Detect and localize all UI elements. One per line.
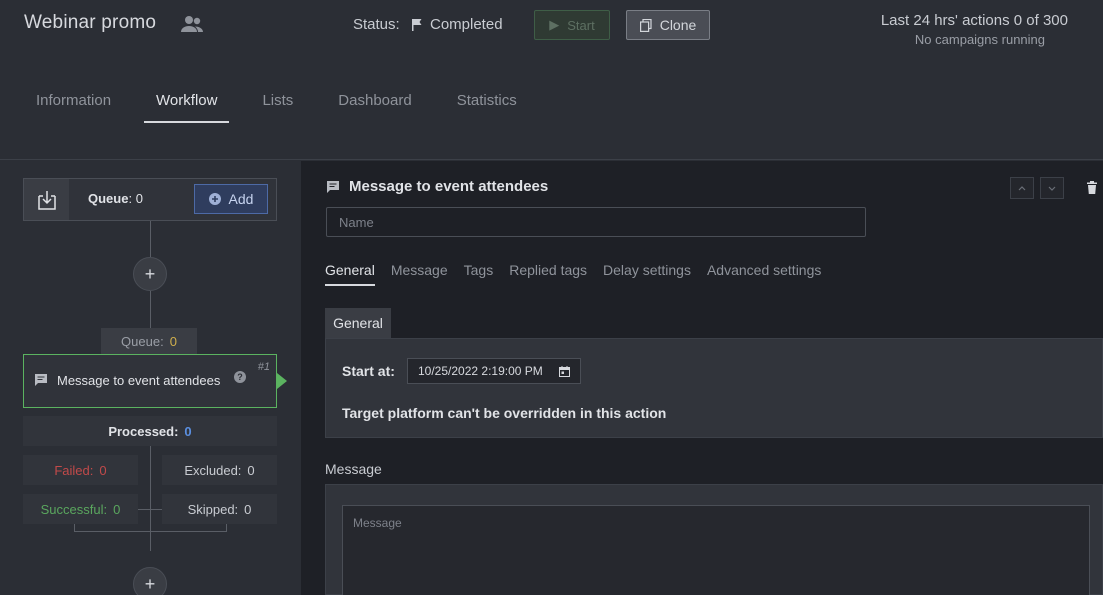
connector-line <box>226 524 227 531</box>
target-platform-note: Target platform can't be overridden in t… <box>342 405 667 421</box>
add-button[interactable]: Add <box>194 184 268 214</box>
general-section-tab: General <box>325 308 391 338</box>
status-label: Status: <box>353 16 400 33</box>
clone-button-label: Clone <box>659 17 697 33</box>
tab-advanced-settings[interactable]: Advanced settings <box>707 262 821 286</box>
excluded-count: 0 <box>247 462 255 478</box>
skipped-label: Skipped: <box>187 501 239 517</box>
node-queue: Queue: 0 <box>101 328 197 354</box>
start-button[interactable]: ▶ Start <box>534 10 610 40</box>
tab-message[interactable]: Message <box>391 262 448 286</box>
editor-tabs: General Message Tags Replied tags Delay … <box>325 262 837 286</box>
status-value: Completed <box>430 16 503 33</box>
failed-stat[interactable]: Failed: 0 <box>23 455 138 485</box>
flag-icon <box>412 19 422 31</box>
message-icon <box>327 181 339 193</box>
failed-count: 0 <box>99 462 107 478</box>
failed-label: Failed: <box>54 462 94 478</box>
entry-queue: Queue: 0 Add <box>23 178 277 221</box>
tab-statistics[interactable]: Statistics <box>457 92 517 123</box>
tab-delay-settings[interactable]: Delay settings <box>603 262 691 286</box>
plus-icon: + <box>144 263 156 284</box>
node-queue-label: Queue: <box>121 333 164 349</box>
entry-queue-count: Queue: 0 <box>88 191 143 206</box>
chevron-up-icon <box>1018 185 1026 190</box>
processed-count: 0 <box>184 423 192 439</box>
successful-stat[interactable]: Successful: 0 <box>23 494 138 524</box>
action-node-sequence: #1 <box>257 361 270 373</box>
download-tray-icon <box>37 190 56 210</box>
trash-icon[interactable] <box>1087 181 1097 194</box>
connector-line <box>74 531 227 532</box>
connector-line <box>150 221 151 257</box>
move-down-button[interactable] <box>1040 177 1064 199</box>
tab-general[interactable]: General <box>325 262 375 286</box>
message-icon <box>35 374 47 386</box>
node-queue-count: 0 <box>169 333 177 349</box>
start-at-input[interactable]: 10/25/2022 2:19:00 PM <box>407 358 581 384</box>
move-up-button[interactable] <box>1010 177 1034 199</box>
processed-stat: Processed: 0 <box>23 416 277 446</box>
plus-circle-icon <box>208 193 221 205</box>
tab-workflow[interactable]: Workflow <box>143 92 230 123</box>
start-button-label: Start <box>567 17 595 33</box>
campaign-title: Webinar promo <box>24 12 157 33</box>
tab-lists[interactable]: Lists <box>262 92 293 123</box>
node-arrow <box>277 373 287 389</box>
chevron-down-icon <box>1048 186 1056 191</box>
action-editor: Message to event attendees General Messa… <box>301 161 1103 595</box>
top-bar: Webinar promo Status: Completed ▶ Start … <box>0 0 1103 160</box>
processed-label: Processed: <box>108 423 179 439</box>
connector-line <box>150 446 151 551</box>
action-node-message[interactable]: Message to event attendees ? #1 <box>23 354 277 408</box>
start-at-label: Start at: <box>342 363 395 379</box>
connector-line <box>150 291 151 328</box>
main-tabs: Information Workflow Lists Dashboard Sta… <box>36 92 562 123</box>
excluded-stat[interactable]: Excluded: 0 <box>162 455 277 485</box>
plus-icon: + <box>144 573 156 594</box>
play-icon: ▶ <box>549 17 560 32</box>
skipped-count: 0 <box>244 501 252 517</box>
entry-icon-box <box>24 179 69 220</box>
tab-tags[interactable]: Tags <box>464 262 494 286</box>
tab-replied-tags[interactable]: Replied tags <box>509 262 587 286</box>
general-section: Start at: 10/25/2022 2:19:00 PM Target p… <box>325 338 1103 438</box>
add-button-label: Add <box>228 191 254 207</box>
skipped-stat[interactable]: Skipped: 0 <box>162 494 277 524</box>
calendar-icon[interactable] <box>559 365 570 377</box>
connector-line <box>138 509 162 510</box>
message-section <box>325 484 1103 595</box>
successful-count: 0 <box>113 501 121 517</box>
workflow-panel: Queue: 0 Add + Queue: 0 Message to event… <box>0 161 301 595</box>
excluded-label: Excluded: <box>184 462 242 478</box>
clone-button[interactable]: Clone <box>626 10 710 40</box>
editor-title: Message to event attendees <box>349 178 549 195</box>
connector-line <box>74 524 75 531</box>
add-step-button[interactable]: + <box>133 257 167 291</box>
help-icon[interactable]: ? <box>234 371 246 383</box>
campaigns-status: No campaigns running <box>914 32 1045 47</box>
entry-queue-label: Queue <box>88 191 129 206</box>
tab-dashboard[interactable]: Dashboard <box>338 92 411 123</box>
users-icon[interactable] <box>180 14 204 34</box>
message-textarea[interactable] <box>342 505 1090 595</box>
actions-summary: Last 24 hrs' actions 0 of 300 <box>880 12 1068 29</box>
action-node-name: Message to event attendees <box>57 373 221 388</box>
start-at-value: 10/25/2022 2:19:00 PM <box>418 364 543 378</box>
tab-information[interactable]: Information <box>36 92 111 123</box>
successful-label: Successful: <box>40 501 108 517</box>
message-section-label: Message <box>325 461 382 477</box>
add-step-button[interactable]: + <box>133 567 167 595</box>
copy-icon <box>639 18 652 32</box>
name-input[interactable] <box>326 207 866 237</box>
entry-queue-value: : 0 <box>128 191 143 206</box>
